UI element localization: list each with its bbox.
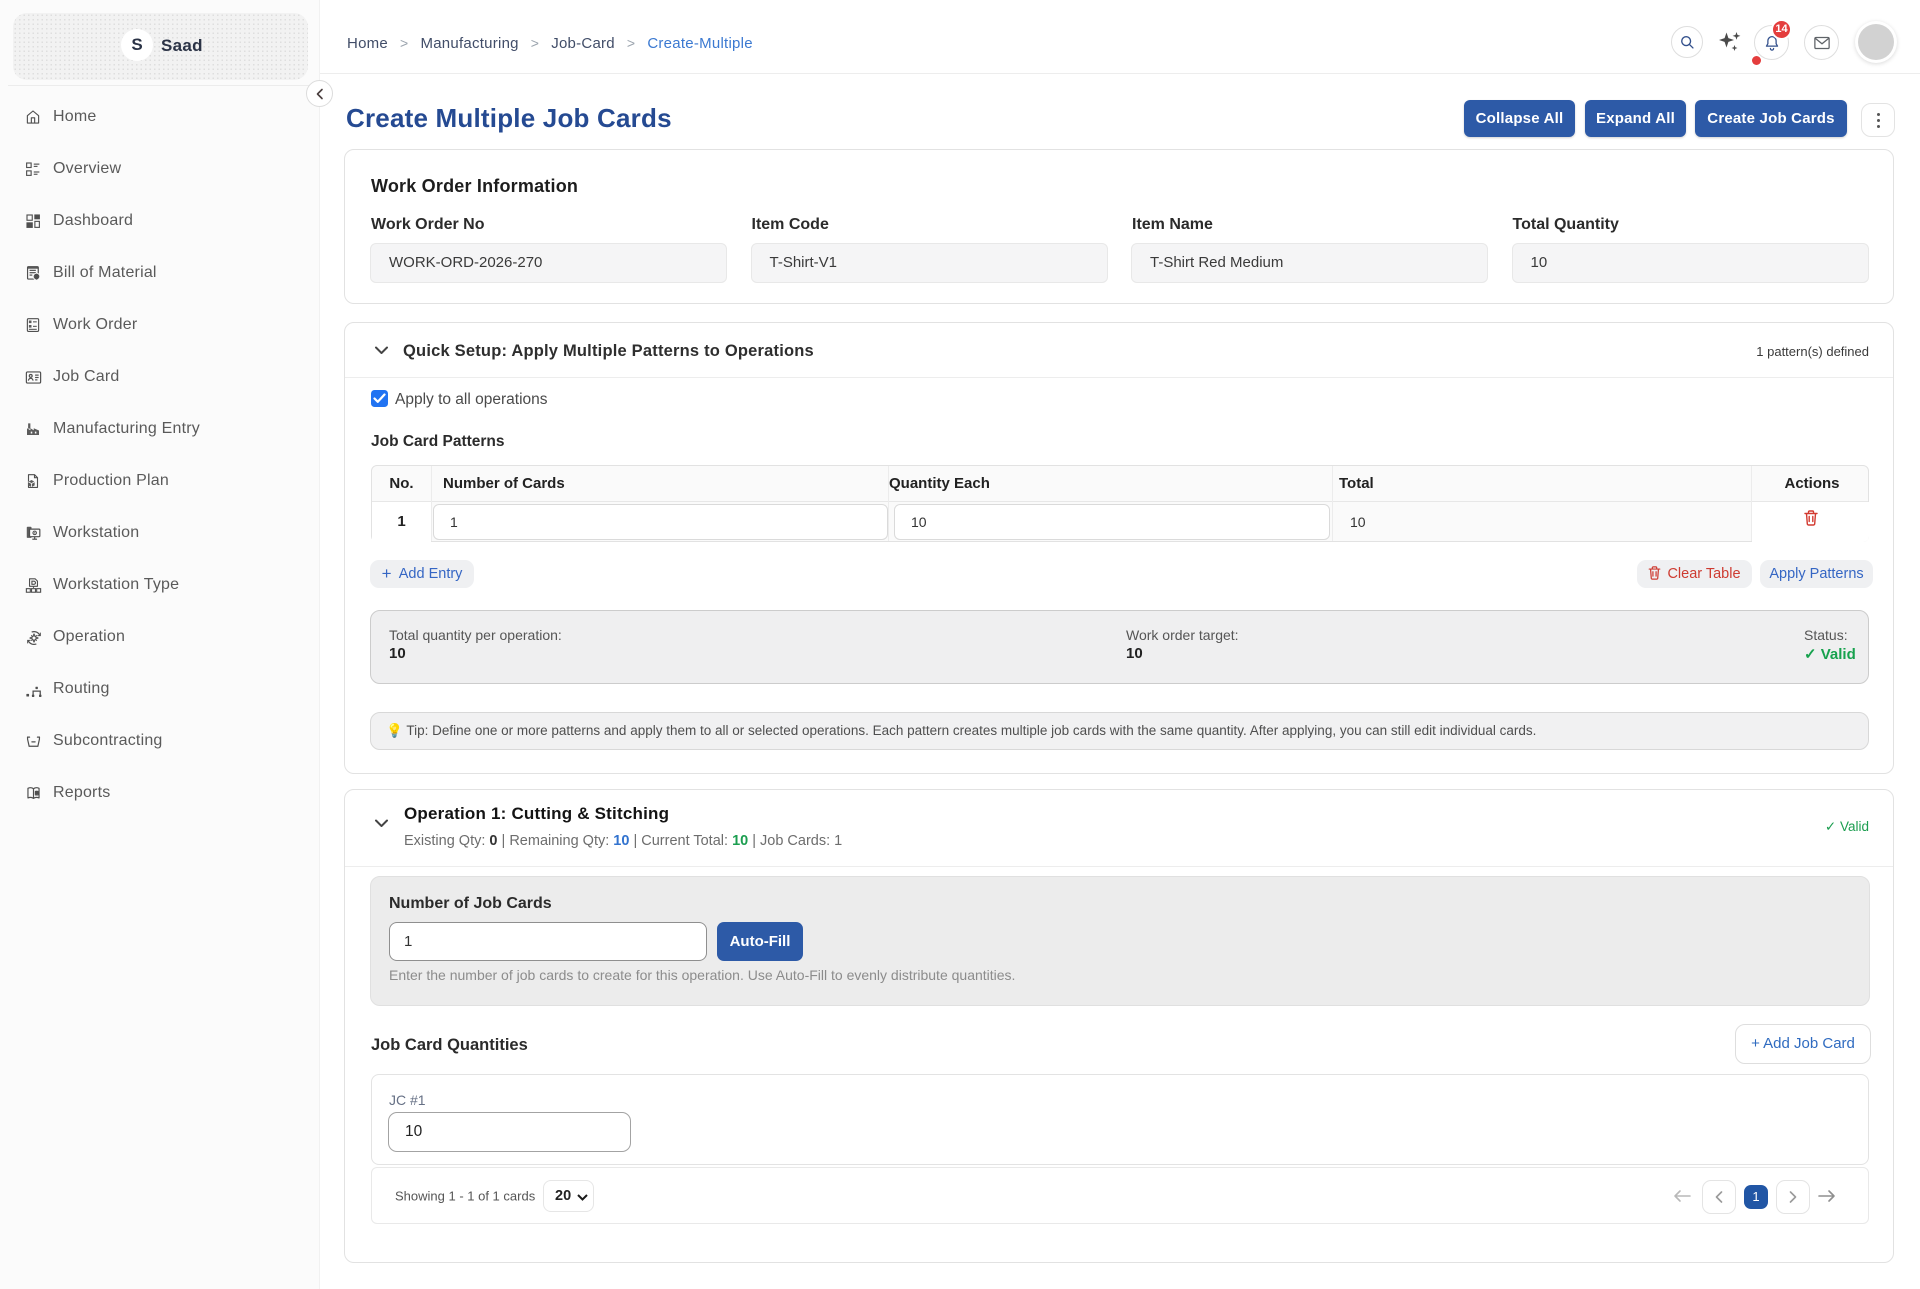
svg-text:$: $ <box>35 274 38 280</box>
svg-text:$: $ <box>36 791 38 795</box>
